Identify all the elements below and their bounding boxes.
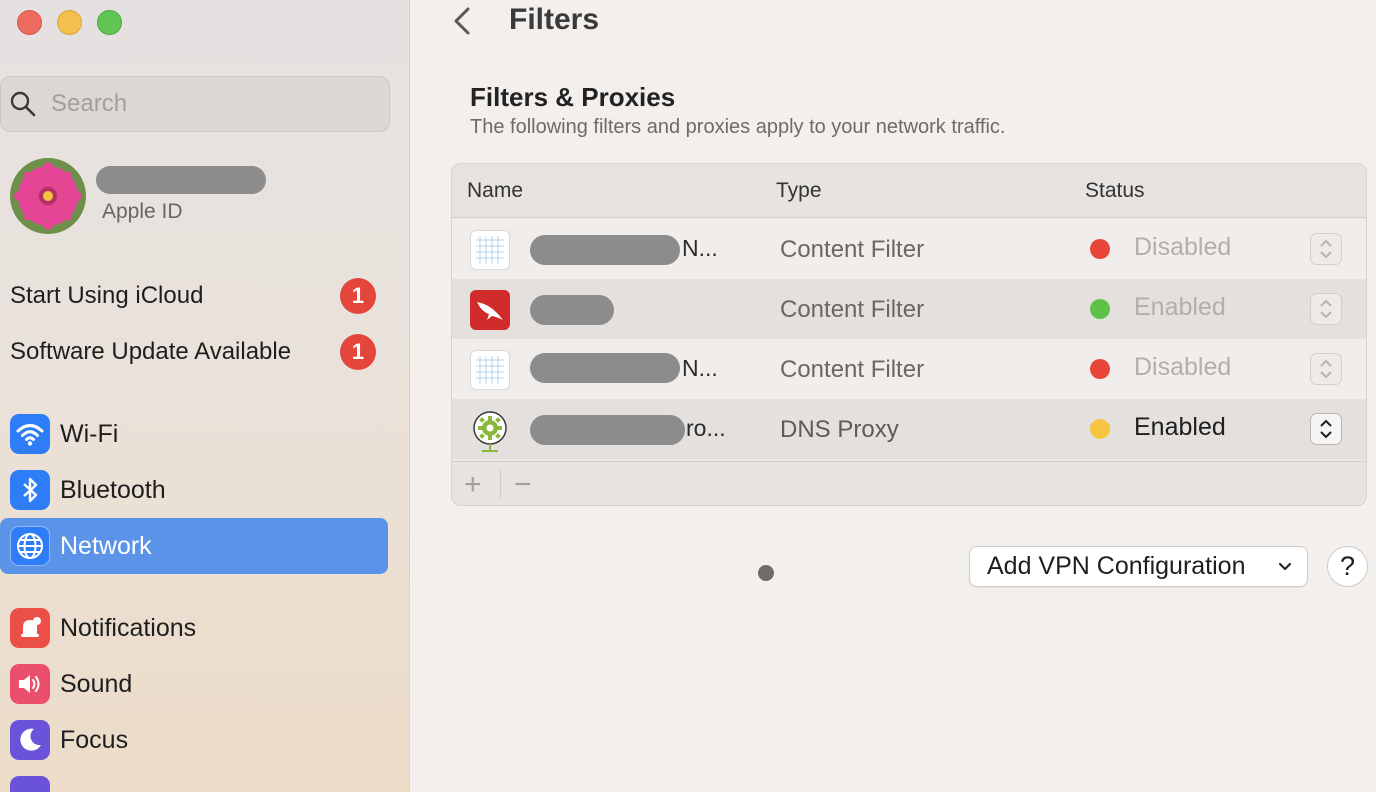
section-subtitle: The following filters and proxies apply … <box>470 116 1006 138</box>
progress-indicator <box>758 565 774 581</box>
status-dot <box>1090 299 1110 319</box>
notice-badge: 1 <box>340 334 376 370</box>
remove-filter-button[interactable]: − <box>514 468 532 502</box>
footer-divider <box>500 470 501 500</box>
wifi-icon <box>10 414 50 454</box>
row-type: DNS Proxy <box>780 416 899 443</box>
sidebar-item-label: Network <box>60 531 152 560</box>
status-stepper[interactable] <box>1310 413 1342 445</box>
help-button[interactable]: ? <box>1327 546 1368 587</box>
row-type: Content Filter <box>780 356 925 383</box>
redacted-account-name <box>96 166 266 194</box>
close-window-button[interactable] <box>17 10 42 35</box>
filter-grid-icon <box>470 230 510 270</box>
column-header-name[interactable]: Name <box>467 179 523 203</box>
section-title: Filters & Proxies <box>470 82 676 112</box>
sidebar-item-label: Focus <box>60 725 129 754</box>
bluetooth-icon <box>10 470 50 510</box>
minimize-window-button[interactable] <box>57 10 82 35</box>
falcon-icon <box>470 290 510 330</box>
sidebar-item-label: Bluetooth <box>60 475 166 504</box>
table-footer: + − <box>452 461 1366 505</box>
sidebar-item-sound[interactable]: Sound <box>0 656 388 712</box>
redacted-name <box>530 353 680 383</box>
search-placeholder: Search <box>51 90 128 117</box>
status-stepper[interactable] <box>1310 353 1342 385</box>
filter-grid-icon <box>470 350 510 390</box>
moon-icon <box>10 720 50 760</box>
row-name: N... <box>682 235 718 261</box>
row-type: Content Filter <box>780 236 925 263</box>
status-dot <box>1090 239 1110 259</box>
column-header-type[interactable]: Type <box>776 179 822 203</box>
status-stepper[interactable] <box>1310 293 1342 325</box>
sidebar-item-bluetooth[interactable]: Bluetooth <box>0 462 388 518</box>
back-chevron-icon[interactable] <box>448 6 478 36</box>
speaker-icon <box>10 664 50 704</box>
sidebar-item-partial[interactable] <box>0 768 388 792</box>
redacted-name <box>530 295 614 325</box>
filters-table: Name Type Status N... Content Filter Dis… <box>451 163 1367 506</box>
hourglass-icon <box>10 776 50 792</box>
sidebar-item-network[interactable]: Network <box>0 518 388 574</box>
table-row[interactable]: N... Content Filter Disabled <box>452 219 1366 279</box>
sidebar-item-label: Wi-Fi <box>60 419 119 448</box>
search-field[interactable]: Search <box>0 76 390 132</box>
row-status: Disabled <box>1134 353 1232 381</box>
row-status: Enabled <box>1134 293 1226 321</box>
row-name: ro... <box>686 415 726 441</box>
sidebar-item-label: Notifications <box>60 613 197 642</box>
notice-icloud[interactable]: Start Using iCloud <box>10 282 203 310</box>
status-dot <box>1090 419 1110 439</box>
sidebar: Search Apple ID Start Using iCloud 1 Sof… <box>0 0 410 792</box>
sidebar-item-label: Sound <box>60 669 133 698</box>
row-status: Disabled <box>1134 233 1232 261</box>
table-row[interactable]: Content Filter Enabled <box>452 279 1366 339</box>
sidebar-item-focus[interactable]: Focus <box>0 712 388 768</box>
page-title: Filters <box>509 3 600 36</box>
gear-pin-icon <box>470 410 510 452</box>
magnifier-icon <box>10 91 36 117</box>
redacted-name <box>530 235 680 265</box>
add-vpn-label: Add VPN Configuration <box>987 552 1246 580</box>
apple-id-row[interactable] <box>10 158 86 234</box>
table-row[interactable]: ro... DNS Proxy Enabled <box>452 399 1366 459</box>
avatar <box>10 158 86 234</box>
apple-id-label: Apple ID <box>102 200 183 223</box>
row-status: Enabled <box>1134 413 1226 441</box>
status-stepper[interactable] <box>1310 233 1342 265</box>
row-type: Content Filter <box>780 296 925 323</box>
sidebar-item-notifications[interactable]: Notifications <box>0 600 388 656</box>
status-dot <box>1090 359 1110 379</box>
table-row[interactable]: N... Content Filter Disabled <box>452 339 1366 399</box>
notice-software-update[interactable]: Software Update Available <box>10 338 291 366</box>
row-name: N... <box>682 355 718 381</box>
add-vpn-configuration-button[interactable]: Add VPN Configuration <box>969 546 1308 587</box>
column-header-status[interactable]: Status <box>1085 179 1145 203</box>
bell-icon <box>10 608 50 648</box>
zoom-window-button[interactable] <box>97 10 122 35</box>
chevron-down-icon <box>1278 562 1292 571</box>
add-filter-button[interactable]: + <box>464 468 482 502</box>
table-header: Name Type Status <box>452 164 1366 218</box>
redacted-name <box>530 415 685 445</box>
notice-badge: 1 <box>340 278 376 314</box>
sidebar-item-wifi[interactable]: Wi-Fi <box>0 406 388 462</box>
globe-icon <box>10 526 50 566</box>
